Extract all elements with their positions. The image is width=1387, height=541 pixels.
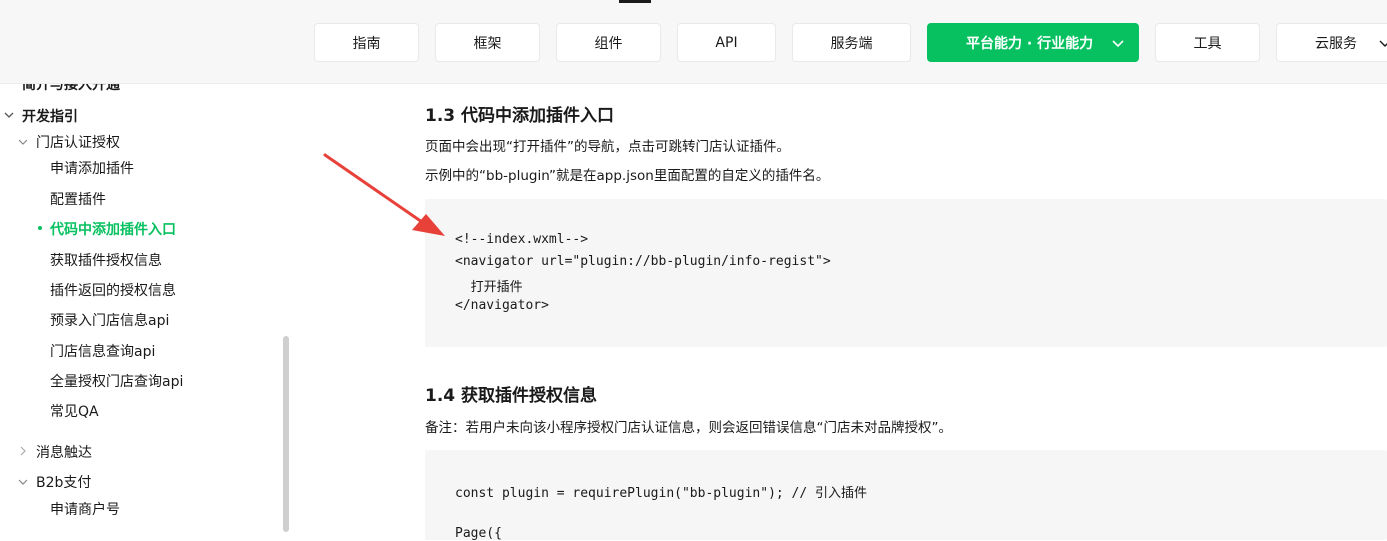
paragraph-note: 备注：若用户未向该小程序授权门店认证信息，则会返回错误信息“门店未对品牌授权”。 xyxy=(425,420,952,436)
code-block-js[interactable]: const plugin = requirePlugin("bb-plugin"… xyxy=(425,450,1387,541)
sidebar-item-store-auth[interactable]: 门店认证授权 xyxy=(36,132,120,152)
chevron-down-icon[interactable] xyxy=(18,477,28,487)
code-line: 打开插件 xyxy=(455,280,523,295)
tab-cloud-service[interactable]: 云服务 xyxy=(1276,23,1387,62)
top-indicator xyxy=(619,0,651,3)
sidebar-item-config-plugin[interactable]: 配置插件 xyxy=(50,189,106,209)
top-nav-bar: 指南 框架 组件 API 服务端 平台能力 · 行业能力 工具 云服务 xyxy=(0,0,1387,84)
code-line: <navigator url="plugin://bb-plugin/info-… xyxy=(455,254,831,269)
sidebar: 简介与接入开通 开发指引 门店认证授权 申请添加插件 配置插件 代码中添加插件入… xyxy=(0,84,284,532)
code-line: </navigator> xyxy=(455,298,549,313)
chevron-down-icon[interactable] xyxy=(18,137,28,147)
sidebar-item-add-entry[interactable]: 代码中添加插件入口 xyxy=(50,219,176,239)
main-content: 1.3 代码中添加插件入口 页面中会出现“打开插件”的导航，点击可跳转门店认证插… xyxy=(290,84,1387,541)
sidebar-item-pre-enter-api[interactable]: 预录入门店信息api xyxy=(50,310,169,330)
chevron-down-icon[interactable] xyxy=(4,110,14,120)
tab-framework[interactable]: 框架 xyxy=(435,23,540,62)
sidebar-item-full-auth-query-api[interactable]: 全量授权门店查询api xyxy=(50,371,183,391)
sidebar-item-b2b-pay[interactable]: B2b支付 xyxy=(36,472,91,492)
chevron-right-icon[interactable] xyxy=(18,446,28,456)
tab-guide[interactable]: 指南 xyxy=(314,23,419,62)
sidebar-scrollbar-thumb[interactable] xyxy=(283,336,289,532)
section-heading-1-3: 1.3 代码中添加插件入口 xyxy=(425,106,615,126)
chevron-down-icon xyxy=(1112,40,1124,48)
sidebar-item-returned-auth-info[interactable]: 插件返回的授权信息 xyxy=(50,280,176,300)
tab-components[interactable]: 组件 xyxy=(556,23,661,62)
tab-tools[interactable]: 工具 xyxy=(1155,23,1260,62)
sidebar-item-intro[interactable]: 简介与接入开通 xyxy=(22,84,120,94)
sidebar-item-faq[interactable]: 常见QA xyxy=(50,401,99,421)
sidebar-item-apply-merchant[interactable]: 申请商户号 xyxy=(50,499,120,519)
code-line: Page({ xyxy=(455,526,502,541)
paragraph-nav-hint: 页面中会出现“打开插件”的导航，点击可跳转门店认证插件。 xyxy=(425,139,790,155)
tab-platform-capability[interactable]: 平台能力 · 行业能力 xyxy=(927,23,1139,62)
sidebar-item-store-query-api[interactable]: 门店信息查询api xyxy=(50,341,155,361)
chevron-down-icon xyxy=(1379,40,1387,47)
sidebar-item-apply-plugin[interactable]: 申请添加插件 xyxy=(50,158,134,178)
paragraph-plugin-name: 示例中的“bb-plugin”就是在app.json里面配置的自定义的插件名。 xyxy=(425,168,830,184)
sidebar-item-get-auth-info[interactable]: 获取插件授权信息 xyxy=(50,250,162,270)
code-block-wxml[interactable]: <!--index.wxml--> <navigator url="plugin… xyxy=(425,199,1387,347)
code-line: <!--index.wxml--> xyxy=(455,232,589,247)
active-dot xyxy=(38,226,42,230)
section-heading-1-4: 1.4 获取插件授权信息 xyxy=(425,386,598,406)
tab-server[interactable]: 服务端 xyxy=(792,23,911,62)
tab-api[interactable]: API xyxy=(677,23,776,62)
sidebar-item-message-reach[interactable]: 消息触达 xyxy=(36,442,92,462)
code-line: const plugin = requirePlugin("bb-plugin"… xyxy=(455,486,868,501)
sidebar-section-dev-guide[interactable]: 开发指引 xyxy=(22,106,78,126)
